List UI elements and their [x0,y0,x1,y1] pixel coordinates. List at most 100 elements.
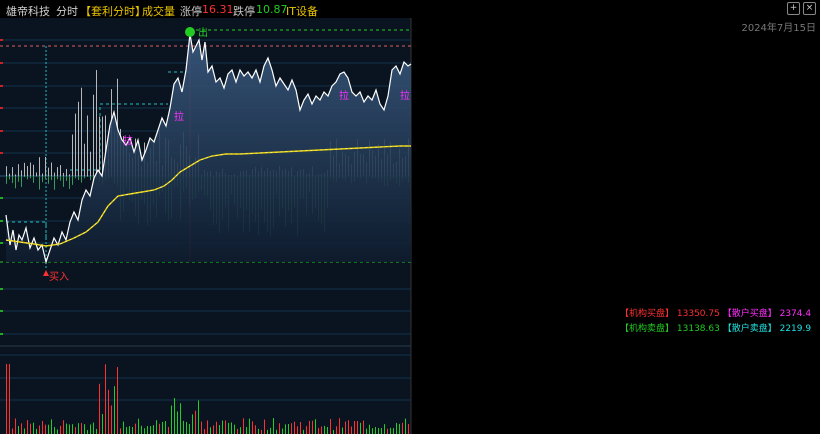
volume-bar [174,398,175,434]
buy-flow-bar [60,165,61,176]
sell-flow-bar [30,176,31,179]
sell-flow-bar [60,176,61,181]
volume-bar [240,427,241,434]
volume-bar [120,428,121,434]
sell-flow-bar [57,176,58,180]
sell-flow-bar [45,176,46,179]
volume-bar [99,383,100,434]
volume-bar [387,428,388,434]
volume-bar [279,423,280,434]
volume-bar [228,422,229,434]
buy-flow-bar [30,162,31,176]
volume-bar [90,424,91,434]
volume-bar [114,386,115,434]
buy-flow-bar [15,174,16,176]
volume-bar [105,364,106,434]
volume-bar [78,423,79,434]
sell-flow-bar [81,176,82,183]
buy-flow-bar [45,156,46,176]
volume-bar [300,422,301,434]
volume-bar [42,420,43,434]
volume-bar [192,414,193,434]
sell-flow-bar [42,176,43,183]
volume-bar [144,428,145,434]
volume-bar [402,422,403,434]
volume-bar [222,420,223,434]
volume-bar [405,418,406,434]
volume-bar [66,423,67,434]
volume-bar [249,418,250,434]
sell-flow-bar [72,176,73,185]
volume-bar [246,427,247,434]
retail-buy-value: 2374.4 [779,309,812,319]
volume-bar [21,423,22,434]
buy-flow-bar [48,167,49,176]
volume-bar [9,364,10,434]
volume-bar [171,405,172,434]
sell-flow-bar [6,176,7,184]
volume-bar [336,426,337,434]
volume-bar [234,424,235,434]
volume-bar [30,423,31,434]
intraday-chart [0,18,820,434]
buy-flow-bar [75,113,76,176]
buy-flow-bar [63,172,64,176]
sell-flow-bar [39,176,40,190]
volume-bar [375,426,376,434]
volume-bar [213,425,214,434]
volume-bar [168,426,169,434]
volume-bar [186,421,187,434]
volume-bar [264,419,265,434]
volume-bar [360,422,361,434]
sell-flow-bar [27,176,28,180]
buy-flow-bar [27,166,28,176]
retail-sell-label: 【散户卖盘】 [722,324,777,334]
sell-flow-bar [21,176,22,187]
buy-flow-bar [42,173,43,176]
volume-bar [333,429,334,434]
volume-bar [327,427,328,434]
volume-bar [282,428,283,434]
volume-bar [204,428,205,434]
volume-bar [12,428,13,434]
volume-bar [165,421,166,434]
sell-flow-bar [24,176,25,178]
volume-bar [276,429,277,434]
volume-bar [363,420,364,434]
sell-flow-bar [90,176,91,181]
volume-bar [408,423,409,434]
top-marker: 出 [198,28,208,39]
volume-bar [312,420,313,434]
volume-bar [273,418,274,434]
chart-date: 2024年7月15日 [741,23,816,34]
sell-flow-bar [66,176,67,181]
volume-bar [318,427,319,434]
volume-bar [81,422,82,434]
buy-flow-bar [78,101,79,176]
buy-flow-bar [12,167,13,176]
top-marker-icon [185,27,195,37]
volume-bar [84,424,85,434]
volume-bar [33,422,34,434]
volume-bar [309,420,310,434]
volume-bar [69,424,70,434]
volume-bar [27,420,28,434]
volume-bar [102,413,103,434]
buy-flow-bar [9,173,10,176]
buy-flow-bar [33,164,34,176]
sell-flow-bar [75,176,76,179]
volume-bar [261,429,262,434]
volume-bar [177,411,178,434]
volume-bar [45,424,46,434]
volume-bar [252,421,253,434]
sell-flow-bar [51,176,52,180]
buy-flow-bar [39,157,40,176]
volume-bar [189,423,190,434]
volume-bar [270,427,271,434]
buy-flow-bar [69,174,70,176]
inst-sell-label: 【机构卖盘】 [620,324,675,334]
volume-bar [219,425,220,434]
volume-bar [180,403,181,434]
volume-bar [366,428,367,434]
volume-bar [231,422,232,434]
